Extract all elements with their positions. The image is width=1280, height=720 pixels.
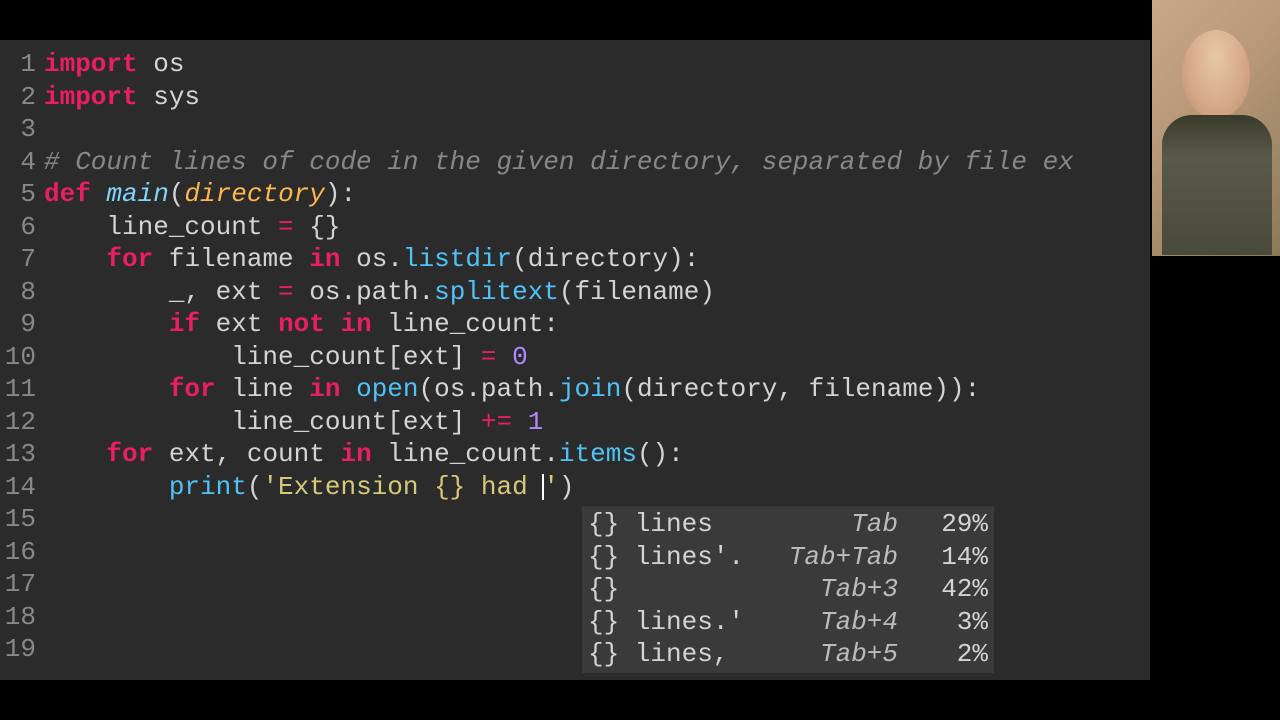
completion-keybind: Tab+4 xyxy=(788,606,918,639)
code-line[interactable]: def main(directory): xyxy=(44,178,1150,211)
line-number: 16 xyxy=(0,536,36,569)
code-line[interactable]: for ext, count in line_count.items(): xyxy=(44,438,1150,471)
code-line[interactable]: line_count[ext] = 0 xyxy=(44,341,1150,374)
line-number: 14 xyxy=(0,471,36,504)
completion-item[interactable]: {} lines.'Tab+43% xyxy=(588,606,988,639)
line-number: 5 xyxy=(0,178,36,211)
completion-text: {} lines.' xyxy=(588,606,788,639)
line-number: 11 xyxy=(0,373,36,406)
line-number: 2 xyxy=(0,81,36,114)
completion-text: {} lines'. xyxy=(588,541,788,574)
line-number: 12 xyxy=(0,406,36,439)
completion-probability: 14% xyxy=(918,541,988,574)
completion-item[interactable]: {}Tab+342% xyxy=(588,573,988,606)
line-number: 4 xyxy=(0,146,36,179)
code-line[interactable]: print('Extension {} had ') xyxy=(44,471,1150,504)
line-number: 9 xyxy=(0,308,36,341)
completion-probability: 29% xyxy=(918,508,988,541)
line-number: 18 xyxy=(0,601,36,634)
code-line[interactable]: line_count = {} xyxy=(44,211,1150,244)
code-line[interactable]: import sys xyxy=(44,81,1150,114)
code-line[interactable]: _, ext = os.path.splitext(filename) xyxy=(44,276,1150,309)
code-line[interactable]: if ext not in line_count: xyxy=(44,308,1150,341)
line-number: 8 xyxy=(0,276,36,309)
completion-probability: 2% xyxy=(918,638,988,671)
completion-item[interactable]: {} lines,Tab+52% xyxy=(588,638,988,671)
code-line[interactable]: line_count[ext] += 1 xyxy=(44,406,1150,439)
webcam-overlay xyxy=(1152,0,1280,256)
line-number: 10 xyxy=(0,341,36,374)
code-line[interactable]: import os xyxy=(44,48,1150,81)
completion-item[interactable]: {} linesTab29% xyxy=(588,508,988,541)
completion-probability: 3% xyxy=(918,606,988,639)
line-number: 1 xyxy=(0,48,36,81)
line-number: 17 xyxy=(0,568,36,601)
code-line[interactable]: # Count lines of code in the given direc… xyxy=(44,146,1150,179)
line-number: 6 xyxy=(0,211,36,244)
code-line[interactable]: for line in open(os.path.join(directory,… xyxy=(44,373,1150,406)
completion-text: {} lines xyxy=(588,508,788,541)
completion-text: {} lines, xyxy=(588,638,788,671)
completion-text: {} xyxy=(588,573,788,606)
completion-keybind: Tab xyxy=(788,508,918,541)
completion-keybind: Tab+3 xyxy=(788,573,918,606)
line-number: 13 xyxy=(0,438,36,471)
completion-keybind: Tab+Tab xyxy=(788,541,918,574)
code-line[interactable]: for filename in os.listdir(directory): xyxy=(44,243,1150,276)
line-number: 7 xyxy=(0,243,36,276)
autocomplete-popup[interactable]: {} linesTab29%{} lines'.Tab+Tab14%{}Tab+… xyxy=(582,506,994,673)
line-number: 15 xyxy=(0,503,36,536)
completion-item[interactable]: {} lines'.Tab+Tab14% xyxy=(588,541,988,574)
completion-keybind: Tab+5 xyxy=(788,638,918,671)
code-line[interactable] xyxy=(44,113,1150,146)
completion-probability: 42% xyxy=(918,573,988,606)
line-number: 19 xyxy=(0,633,36,666)
line-number-gutter: 12345678910111213141516171819 xyxy=(0,40,44,680)
line-number: 3 xyxy=(0,113,36,146)
